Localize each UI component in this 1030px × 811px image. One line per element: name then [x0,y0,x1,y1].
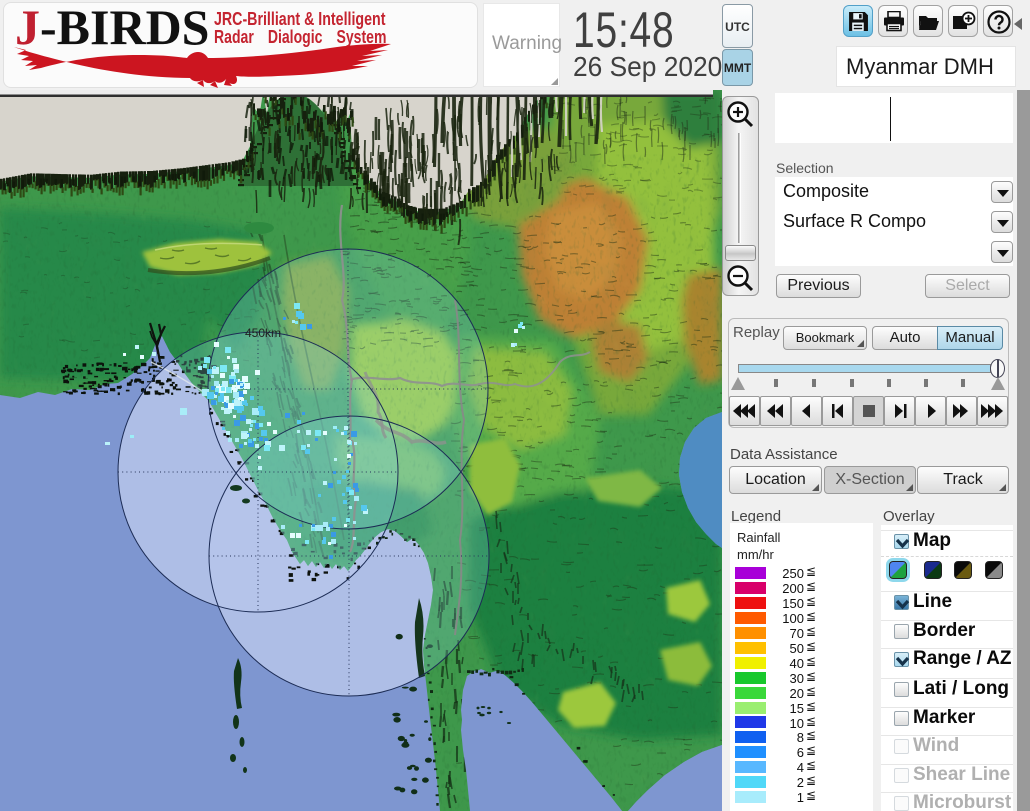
svg-text:450km: 450km [245,326,281,340]
